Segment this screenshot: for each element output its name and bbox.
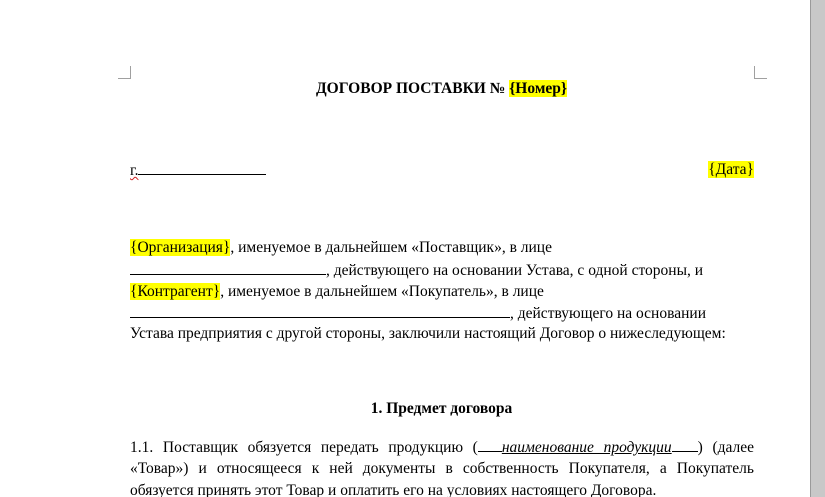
product-blank-right [671,437,698,452]
product-placeholder: наименование продукции [501,439,672,456]
line2-text: , действующего на основании Устава, с од… [326,262,704,279]
title-prefix: ДОГОВОР ПОСТАВКИ № [315,80,506,97]
city-prefix: г. [130,162,139,179]
clause-1-1-line-1: 1.1. Поставщик обязуется передать продук… [130,437,754,458]
city-blank [138,160,267,175]
margin-corner-top-right [754,66,767,79]
buyer-representative-blank [130,303,510,318]
parties-line-1: {Организация}, именуемое в дальнейшем «П… [130,238,552,258]
clause-1-1-line-2: «Товар») и относящееся к ней документы в… [130,460,754,477]
parties-line-2: , действующего на основании Устава, с од… [130,260,703,281]
clause-1-1-after: ) (далее [697,439,755,456]
city-line: г. [130,160,267,181]
margin-corner-top-left [118,66,131,79]
product-blank-left [477,437,502,452]
document-title: ДОГОВОР ПОСТАВКИ № {Номер} [0,79,810,99]
parties-line-3: {Контрагент}, именуемое в дальнейшем «По… [130,282,544,302]
date-field-wrap: {Дата} [708,160,754,180]
clause-1-1-start: 1.1. Поставщик обязуется передать продук… [130,439,478,456]
number-field: {Номер} [509,80,567,97]
line4-text: , действующего на основании [510,305,706,322]
contractor-field: {Контрагент} [130,283,221,300]
date-field: {Дата} [708,161,754,178]
parties-line-4: , действующего на основании [130,303,706,324]
line1-text: , именуемое в дальнейшем «Поставщик», в … [230,239,552,256]
document-page: ДОГОВОР ПОСТАВКИ № {Номер} г. {Дата} {Ор… [0,0,810,497]
line3-text: , именуемое в дальнейшем «Покупатель», в… [220,283,544,300]
section-1-title: 1. Предмет договора [370,400,513,417]
vertical-scrollbar[interactable] [810,0,825,497]
supplier-representative-blank [130,260,326,275]
clause-1-1-line-3: обязуется принять этот Товар и оплатить … [130,482,657,497]
parties-line-5: Устава предприятия с другой стороны, зак… [130,325,726,342]
organization-field: {Организация} [130,239,231,256]
